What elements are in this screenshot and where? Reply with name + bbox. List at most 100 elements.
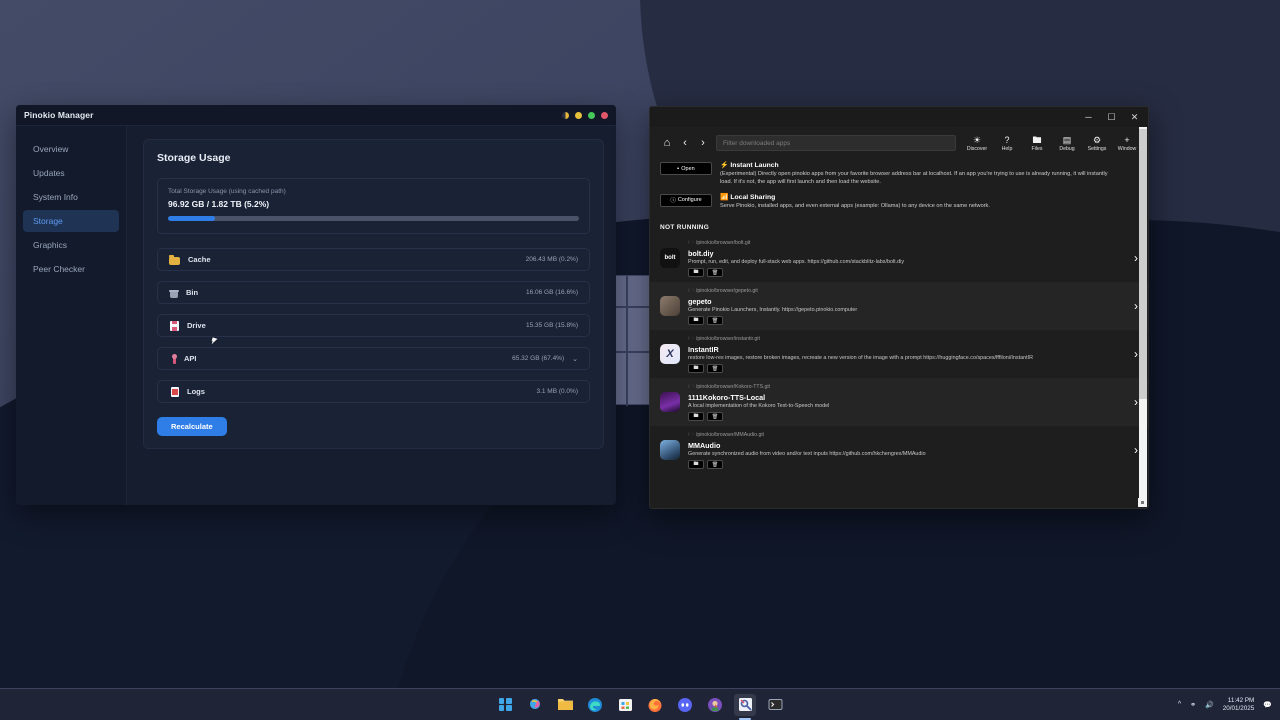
toolbar-files[interactable]: 🖿 Files [1022, 135, 1052, 152]
pinokio-scrollbar[interactable] [1139, 127, 1147, 498]
theme-toggle-button[interactable] [562, 112, 569, 119]
taskbar-item-discord[interactable] [674, 694, 696, 716]
home-icon[interactable]: ⌂ [658, 134, 676, 152]
app-name: bolt.diy [688, 249, 1128, 258]
taskbar-item-pinokio[interactable] [704, 694, 726, 716]
open-label: Open [681, 166, 694, 172]
taskbar-item-firefox[interactable] [644, 694, 666, 716]
app-description: Generate synchronized audio from video a… [688, 451, 1128, 457]
open-icon: ▪ [677, 166, 679, 172]
app-icon-mmaudio [660, 440, 680, 460]
storage-row-name: Drive [187, 321, 206, 330]
document-icon [171, 387, 179, 397]
sidebar-item-overview[interactable]: Overview [23, 138, 119, 160]
chevron-down-icon[interactable]: ⌄ [572, 355, 578, 363]
toolbar-help[interactable]: ? Help [992, 135, 1022, 152]
toolbar-label: Settings [1088, 146, 1107, 152]
chevron-right-icon[interactable]: › [1134, 299, 1138, 313]
taskbar-item-edge[interactable] [584, 694, 606, 716]
open-folder-icon[interactable]: 🖿 [688, 364, 704, 373]
app-description: Generate Pinokio Launchers, Instantly. h… [688, 307, 1128, 313]
open-folder-icon[interactable]: 🖿 [688, 268, 704, 277]
sidebar-item-updates[interactable]: Updates [23, 162, 119, 184]
scrollbar-thumb[interactable] [1139, 129, 1147, 399]
storage-row-cache[interactable]: Cache 206.43 MB (0.2%) [157, 248, 590, 271]
pinokio-minimize-button[interactable]: ─ [1077, 108, 1100, 127]
delete-icon[interactable]: 🗑 [707, 268, 723, 277]
storage-row-name: Bin [186, 288, 198, 297]
tray-chevron-icon[interactable]: ^ [1178, 701, 1181, 708]
search-input[interactable] [716, 135, 956, 151]
minimize-button[interactable] [575, 112, 582, 119]
plus-icon: + [1124, 135, 1129, 145]
app-list: bolt 🗁 /pinokio/browser/bolt.git bolt.di… [650, 234, 1148, 474]
pinokio-window[interactable]: ─ ☐ ✕ ⌂ ‹ › ☀ Discover ? Help 🖿 Files ▤ … [649, 106, 1149, 509]
manager-title-bar[interactable]: Pinokio Manager [16, 105, 616, 126]
list-item[interactable]: 🗁 /pinokio/browser/MMAudio.git MMAudio G… [650, 426, 1148, 474]
taskbar-item-file-explorer[interactable] [554, 694, 576, 716]
promo-instant-launch: ▪ Open ⚡ Instant Launch (Experimental) D… [660, 161, 1140, 187]
network-icon[interactable]: ⚭ [1190, 701, 1196, 709]
chevron-right-icon[interactable]: › [1134, 443, 1138, 457]
volume-icon[interactable]: 🔊 [1205, 701, 1214, 709]
open-folder-icon[interactable]: 🖿 [688, 460, 704, 469]
open-folder-icon[interactable]: 🖿 [688, 316, 704, 325]
storage-row-drive[interactable]: Drive 15.35 GB (15.8%) [157, 314, 590, 337]
taskbar-item-microsoft-store[interactable] [614, 694, 636, 716]
chevron-right-icon[interactable]: › [1134, 251, 1138, 265]
close-button[interactable] [601, 112, 608, 119]
storage-row-bin[interactable]: Bin 16.06 GB (16.6%) [157, 281, 590, 304]
toolbar-label: Files [1032, 146, 1043, 152]
sidebar-item-peer-checker[interactable]: Peer Checker [23, 258, 119, 280]
configure-button[interactable]: ⓘ Configure [660, 194, 712, 207]
manager-content: Storage Usage Total Storage Usage (using… [127, 126, 616, 505]
edge-icon [587, 697, 603, 713]
toolbar-settings[interactable]: ⚙ Settings [1082, 135, 1112, 152]
chevron-right-icon[interactable]: › [1134, 395, 1138, 409]
list-item[interactable]: X 🗁 /pinokio/browser/instantir.git Insta… [650, 330, 1148, 378]
delete-icon[interactable]: 🗑 [707, 364, 723, 373]
delete-icon[interactable]: 🗑 [707, 412, 723, 421]
system-tray: ^ ⚭ 🔊 11:42 PM 20/01/2025 💬 [1178, 697, 1280, 713]
forward-button[interactable]: › [694, 134, 712, 152]
pinokio-manager-window[interactable]: Pinokio Manager Overview Updates System … [16, 105, 616, 505]
folder-icon: 🖿 [1032, 135, 1041, 145]
resize-grip[interactable] [1138, 498, 1147, 507]
taskbar-item-pinokio-manager[interactable] [734, 694, 756, 716]
sidebar-label: Storage [33, 216, 63, 226]
store-icon [618, 697, 633, 712]
app-name: InstantIR [688, 345, 1128, 354]
folder-icon [557, 697, 574, 712]
maximize-button[interactable] [588, 112, 595, 119]
open-folder-icon[interactable]: 🖿 [688, 412, 704, 421]
recalculate-button[interactable]: Recalculate [157, 417, 227, 436]
app-name: MMAudio [688, 441, 1128, 450]
open-button[interactable]: ▪ Open [660, 162, 712, 175]
notification-icon[interactable]: 💬 [1263, 701, 1272, 709]
list-item[interactable]: 🗁 /pinokio/browser/gepeto.git gepeto Gen… [650, 282, 1148, 330]
storage-row-api[interactable]: API 65.32 GB (67.4%) ⌄ [157, 347, 590, 370]
toolbar-discover[interactable]: ☀ Discover [962, 135, 992, 152]
toolbar-debug[interactable]: ▤ Debug [1052, 135, 1082, 152]
taskbar-item-copilot[interactable] [524, 694, 546, 716]
toolbar-window[interactable]: + Window [1112, 135, 1142, 152]
discord-icon [677, 697, 693, 713]
app-icon-instantir: X [660, 344, 680, 364]
clock[interactable]: 11:42 PM 20/01/2025 [1223, 697, 1255, 713]
storage-row-logs[interactable]: Logs 3.1 MB (0.0%) [157, 380, 590, 403]
start-button[interactable] [494, 694, 516, 716]
list-item[interactable]: bolt 🗁 /pinokio/browser/bolt.git bolt.di… [650, 234, 1148, 282]
sidebar-item-system-info[interactable]: System Info [23, 186, 119, 208]
list-item[interactable]: 🗁 /pinokio/browser/Kokoro-TTS.git 1111Ko… [650, 378, 1148, 426]
pinokio-close-button[interactable]: ✕ [1123, 108, 1146, 127]
taskbar-item-terminal[interactable] [764, 694, 786, 716]
sidebar-item-storage[interactable]: Storage [23, 210, 119, 232]
sidebar-item-graphics[interactable]: Graphics [23, 234, 119, 256]
total-storage-label: Total Storage Usage (using cached path) [168, 188, 579, 195]
delete-icon[interactable]: 🗑 [707, 460, 723, 469]
delete-icon[interactable]: 🗑 [707, 316, 723, 325]
pinokio-title-bar[interactable]: ─ ☐ ✕ [650, 107, 1148, 127]
back-button[interactable]: ‹ [676, 134, 694, 152]
pinokio-maximize-button[interactable]: ☐ [1100, 108, 1123, 127]
chevron-right-icon[interactable]: › [1134, 347, 1138, 361]
